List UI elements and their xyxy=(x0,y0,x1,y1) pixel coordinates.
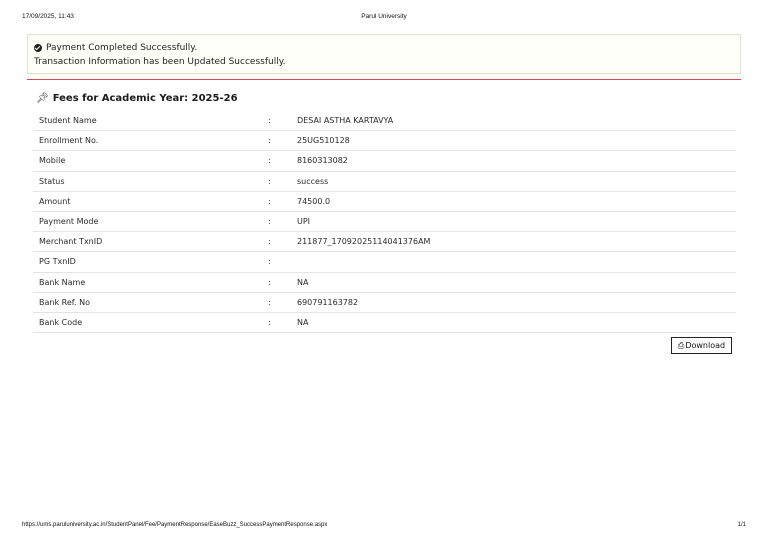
row-label: Mobile xyxy=(39,156,66,166)
row-value: DESAI ASTHA KARTAVYA xyxy=(297,116,394,125)
print-url: https://ums.paruluniversity.ac.in/Studen… xyxy=(22,522,328,528)
section-heading: 📌︎ Fees for Academic Year: 2025-26 xyxy=(36,93,238,104)
payment-details-table: Student Name: DESAI ASTHA KARTAVYA Enrollm… xyxy=(33,111,736,334)
section-divider xyxy=(27,79,741,80)
row-label: Bank Ref. No xyxy=(39,297,90,307)
download-label: Download xyxy=(685,341,726,350)
row-label: Amount xyxy=(39,196,71,206)
row-label: Merchant TxnID xyxy=(39,237,103,247)
table-row: Payment Mode: UPI xyxy=(33,212,736,233)
check-circle-icon xyxy=(34,44,42,52)
row-separator: : xyxy=(268,257,271,267)
download-button[interactable]: ⎙ Download xyxy=(671,337,732,354)
row-value: UPI xyxy=(297,216,311,226)
row-value: 690791163782 xyxy=(297,297,359,307)
row-separator: : xyxy=(268,156,271,166)
row-label: PG TxnID xyxy=(39,257,76,267)
row-value: success xyxy=(297,176,329,186)
print-footer: https://ums.paruluniversity.ac.in/Studen… xyxy=(22,522,746,532)
print-icon: ⎙ xyxy=(677,340,685,350)
row-label: Status xyxy=(39,176,65,186)
table-row: Bank Code: NA xyxy=(33,313,736,334)
row-value: NA xyxy=(297,317,309,327)
row-separator: : xyxy=(268,237,271,247)
row-label: Enrollment No. xyxy=(39,136,99,146)
row-label: Payment Mode xyxy=(39,216,99,226)
print-page-title: Parul University xyxy=(361,13,407,20)
table-row: Amount: 74500.0 xyxy=(33,192,736,212)
table-row: Bank Name: NA xyxy=(33,273,736,293)
success-alert: Payment Completed Successfully. Transact… xyxy=(27,34,741,74)
row-value: 74500.0 xyxy=(297,196,331,206)
table-row: Status: success xyxy=(33,172,736,192)
row-separator: : xyxy=(268,317,271,327)
row-separator: : xyxy=(268,277,271,287)
print-header: 17/09/2025, 11:43 Parul University xyxy=(22,13,746,23)
table-row: Bank Ref. No: 690791163782 xyxy=(33,293,736,313)
section-title: Fees for Academic Year: 2025-26 xyxy=(52,93,238,104)
row-value: 25UG510128 xyxy=(297,136,350,146)
row-separator: : xyxy=(268,136,271,146)
pushpin-icon: 📌︎ xyxy=(36,93,49,104)
row-separator: : xyxy=(268,216,271,226)
table-row: Student Name: DESAI ASTHA KARTAVYA xyxy=(33,111,736,132)
row-value: NA xyxy=(297,277,309,287)
alert-submessage: Transaction Information has been Updated… xyxy=(34,57,286,67)
row-separator: : xyxy=(268,116,271,125)
row-separator: : xyxy=(268,196,271,206)
table-row: Merchant TxnID: 211877_17092025114041376A… xyxy=(33,232,736,253)
row-label: Bank Name xyxy=(39,277,86,287)
table-row: Mobile: 8160313082 xyxy=(33,151,736,172)
alert-line-1: Payment Completed Successfully. xyxy=(34,41,734,55)
row-label: Bank Code xyxy=(39,317,83,327)
print-page-number: 1/1 xyxy=(737,522,746,528)
row-value: 211877_17092025114041376AM xyxy=(297,237,431,247)
table-row: PG TxnID: xyxy=(33,252,736,273)
row-value: 8160313082 xyxy=(297,156,348,166)
row-separator: : xyxy=(268,297,271,307)
row-separator: : xyxy=(268,176,271,186)
row-label: Student Name xyxy=(39,116,97,125)
table-row: Enrollment No.: 25UG510128 xyxy=(33,131,736,152)
alert-message: Payment Completed Successfully. xyxy=(46,43,198,53)
